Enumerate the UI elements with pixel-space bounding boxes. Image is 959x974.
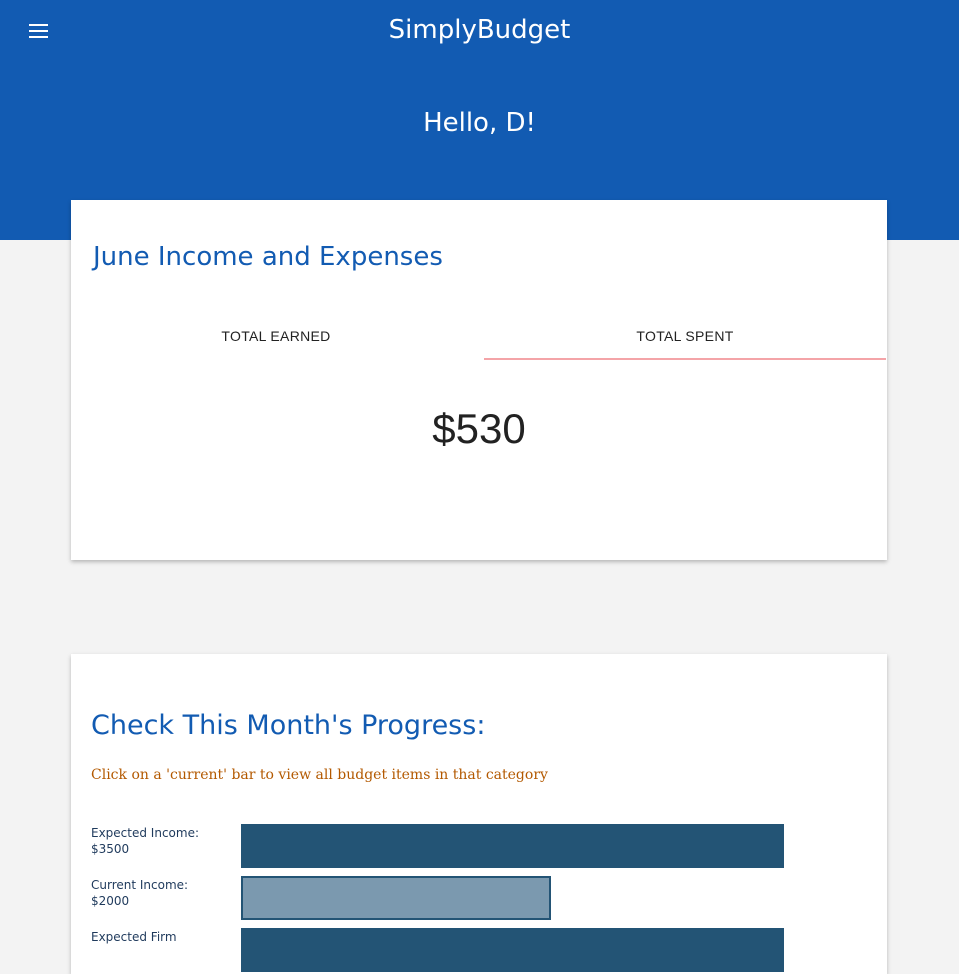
total-amount: $530	[432, 405, 526, 452]
tab-total-earned[interactable]: TOTAL EARNED	[75, 316, 477, 360]
summary-card: June Income and Expenses TOTAL EARNED TO…	[71, 200, 887, 560]
bar-row-expected-income: Expected Income: $3500	[91, 824, 791, 870]
bar-label-value: $3500	[91, 842, 130, 856]
summary-card-title: June Income and Expenses	[93, 242, 443, 272]
bar-label: Current Income: $2000	[91, 877, 231, 909]
bar-row-current-income: Current Income: $2000	[91, 876, 791, 922]
bar-label-title: Expected Income:	[91, 826, 199, 840]
progress-hint: Click on a 'current' bar to view all bud…	[91, 767, 548, 783]
bar-row-expected-firm: Expected Firm	[91, 928, 791, 974]
greeting: Hello, D!	[423, 108, 536, 138]
bar-label-title: Current Income:	[91, 878, 189, 892]
tab-total-spent[interactable]: TOTAL SPENT	[484, 316, 886, 360]
bar-label: Expected Income: $3500	[91, 825, 231, 857]
bar-label-title: Expected Firm	[91, 930, 177, 944]
progress-card-title: Check This Month's Progress:	[91, 710, 486, 741]
progress-card: Check This Month's Progress: Click on a …	[71, 654, 887, 974]
current-income-bar[interactable]	[241, 876, 551, 920]
app-title: SimplyBudget	[388, 15, 571, 45]
bar-label: Expected Firm	[91, 929, 231, 945]
bar-label-value: $2000	[91, 894, 130, 908]
expected-firm-bar	[241, 928, 784, 972]
expected-income-bar	[241, 824, 784, 868]
